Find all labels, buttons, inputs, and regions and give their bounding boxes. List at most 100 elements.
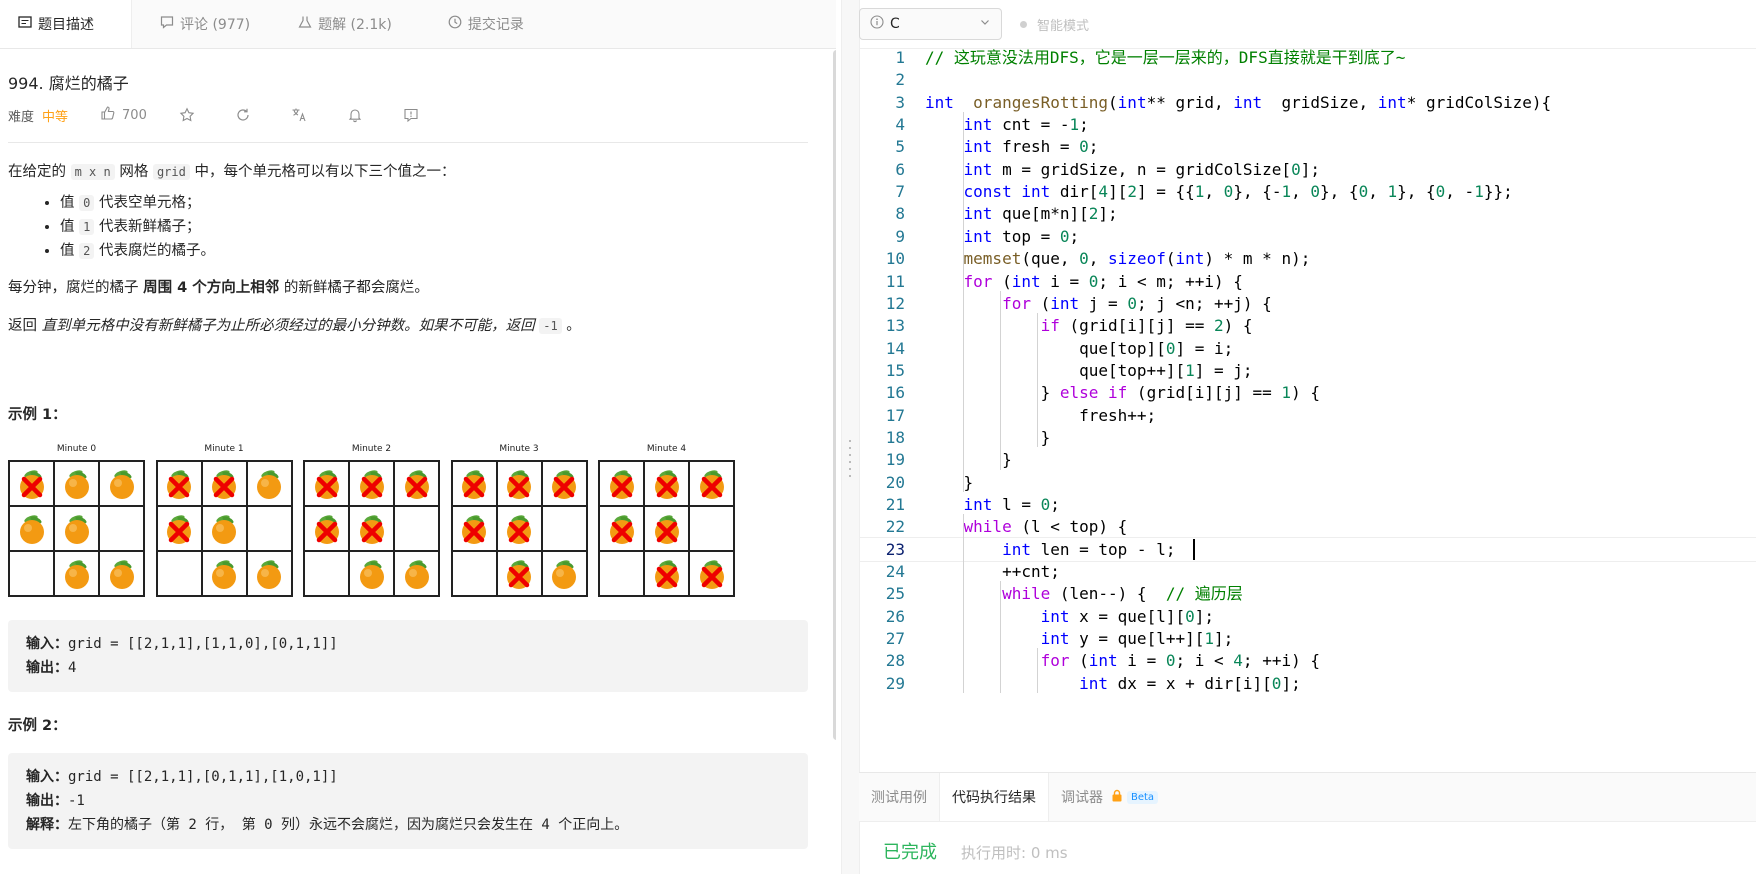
- empty-cell: [99, 506, 144, 551]
- value-list: 值 0 代表空单元格； 值 1 代表新鲜橘子； 值 2 代表腐烂的橘子。: [8, 191, 806, 263]
- line-number: 17: [885, 405, 905, 425]
- code-text: memset(que, 0, sizeof(int) * m * n);: [963, 249, 1311, 269]
- problem-content: 994. 腐烂的橘子 难度 中等 700 在给定的 m x n 网格 grid …: [8, 48, 808, 849]
- italic-text: 直到单元格中没有新鲜橘子为止所必须经过的最小分钟数。如果不可能，返回: [41, 318, 535, 334]
- thumbs-up-icon[interactable]: [100, 105, 116, 125]
- bell-icon[interactable]: [347, 107, 363, 123]
- problem-tabs: 题目描述 评论 (977) 题解 (2.1k) 提交记录: [0, 0, 836, 49]
- code-line: 12 for (int j = 0; j <n; ++j) {: [859, 291, 1756, 316]
- problem-meta: 难度 中等 700: [8, 104, 806, 126]
- description-paragraph: 每分钟，腐烂的橘子 周围 4 个方向上相邻 的新鲜橘子都会腐烂。: [8, 277, 806, 299]
- fresh-orange-icon: [99, 461, 144, 506]
- example-explain-row: 解释：左下角的橘子（第 2 行， 第 0 列）永远不会腐烂，因为腐烂只会发生在 …: [26, 813, 790, 837]
- flask-icon: [298, 15, 318, 33]
- explain-text: 左下角的橘子（第 2 行， 第 0 列）永远不会腐烂，因为腐烂只会发生在 4 个…: [68, 817, 629, 833]
- tab-comments[interactable]: 评论 (977): [132, 0, 268, 48]
- line-number: 14: [885, 338, 905, 358]
- code-text: int m = gridSize, n = gridColSize[0];: [963, 159, 1320, 179]
- minute-label: Minute 1: [204, 444, 244, 454]
- rotten-orange-icon: [599, 506, 644, 551]
- like-count: 700: [122, 107, 147, 123]
- fresh-orange-icon: [541, 551, 587, 596]
- description-icon: [18, 15, 38, 33]
- star-icon[interactable]: [179, 107, 195, 123]
- rotten-orange-icon: [349, 461, 394, 506]
- inline-code: m x n: [70, 164, 115, 180]
- minute-grid: Minute 1: [155, 444, 293, 597]
- console-panel: 测试用例 代码执行结果 调试器 Beta 已完成 执行用时: 0 ms: [859, 772, 1756, 874]
- code-text: fresh++;: [925, 405, 1157, 425]
- description-paragraph: 返回 直到单元格中没有新鲜橘子为止所必须经过的最小分钟数。如果不可能，返回 -1…: [8, 315, 806, 337]
- pane-splitter[interactable]: [841, 0, 860, 874]
- language-value: C: [890, 16, 900, 32]
- output-value: 4: [68, 660, 77, 676]
- text: 中，每个单元格可以有以下三个值之一：: [194, 164, 456, 180]
- example-2-heading: 示例 2：: [8, 718, 67, 734]
- line-number: 22: [885, 517, 905, 537]
- rotten-orange-icon: [451, 506, 497, 551]
- empty-cell: [394, 506, 439, 551]
- indent-guide: [1037, 313, 1038, 448]
- empty-cell: [9, 551, 54, 596]
- code-line: 27 int y = que[l++][1];: [859, 626, 1756, 651]
- tab-label: 提交记录: [467, 17, 524, 33]
- minute-label: Minute 3: [499, 444, 539, 454]
- tab-solutions[interactable]: 题解 (2.1k): [268, 0, 410, 48]
- beta-badge: Beta: [1127, 790, 1159, 804]
- left-scrollbar[interactable]: [833, 50, 836, 740]
- code-text: const int dir[4][2] = {{1, 0}, {-1, 0}, …: [963, 182, 1513, 202]
- tab-description[interactable]: 题目描述: [0, 0, 132, 48]
- code-text: int top = 0;: [963, 226, 1080, 246]
- rotten-orange-icon: [201, 461, 247, 506]
- code-text: int que[m*n][2];: [963, 204, 1118, 224]
- text: 网格: [119, 164, 149, 180]
- empty-cell: [689, 506, 734, 551]
- example-1-box: 输入：grid = [[2,1,1],[1,1,0],[0,1,1]] 输出：4: [8, 620, 808, 692]
- code-editor[interactable]: 1// 这玩意没法用DFS，它是一层一层来的，DFS直接就是干到底了~ 2 3 int…: [859, 49, 1756, 772]
- language-select[interactable]: C: [859, 8, 1002, 40]
- input-label: 输入：: [26, 636, 68, 652]
- text-caret: [1193, 538, 1195, 560]
- text: 在给定的: [8, 164, 66, 180]
- code-text: }: [925, 472, 974, 492]
- explain-label: 解释：: [26, 817, 68, 833]
- code-line: 5 int fresh = 0;: [859, 134, 1756, 159]
- tab-debugger[interactable]: 调试器 Beta: [1049, 773, 1170, 821]
- problem-title: 994. 腐烂的橘子: [8, 74, 129, 93]
- tab-submissions[interactable]: 提交记录: [410, 0, 542, 48]
- code-line: 15 que[top++][1] = j;: [859, 358, 1756, 383]
- smart-mode-toggle[interactable]: 智能模式: [1020, 15, 1089, 34]
- tab-label: 题解 (2.1k): [318, 17, 392, 33]
- refresh-icon[interactable]: [235, 107, 251, 123]
- line-number: 3: [895, 92, 905, 112]
- code-text: int fresh = 0;: [963, 137, 1099, 157]
- inline-code: -1: [539, 318, 562, 334]
- line-number: 7: [895, 182, 905, 202]
- code-text: int dx = x + dir[i][0];: [1079, 673, 1301, 693]
- empty-cell: [156, 551, 202, 596]
- indent-guide: [963, 514, 964, 694]
- difficulty-label: 难度: [8, 109, 35, 125]
- fresh-orange-icon: [54, 506, 99, 551]
- bold-text: 周围 4 个方向上相邻: [143, 280, 280, 296]
- line-number: 9: [895, 226, 905, 246]
- text: 代表空单元格；: [98, 195, 201, 211]
- text: 返回: [8, 318, 37, 334]
- difficulty-badge: 中等: [42, 109, 69, 125]
- minute-grid: Minute 0: [8, 444, 145, 597]
- code-line: 29 int dx = x + dir[i][0];: [859, 671, 1756, 696]
- code-line: 20 }: [859, 470, 1756, 495]
- feedback-icon[interactable]: [403, 107, 419, 123]
- clock-icon: [448, 15, 468, 33]
- code-text: int cnt = -1;: [963, 115, 1089, 135]
- editor-pane: C 智能模式 1// 这玩意没法用DFS，它是一层一层来的，DFS直接就是干到底…: [859, 0, 1756, 874]
- example-1-heading: 示例 1：: [8, 407, 67, 423]
- tab-testcases[interactable]: 测试用例: [859, 773, 939, 821]
- fresh-orange-icon: [201, 551, 247, 596]
- code-line: 9 int top = 0;: [859, 224, 1756, 249]
- tab-run-result[interactable]: 代码执行结果: [939, 773, 1049, 821]
- translate-icon[interactable]: [291, 107, 307, 123]
- code-line: 17 fresh++;: [859, 403, 1756, 428]
- fresh-orange-icon: [246, 551, 292, 596]
- output-label: 输出：: [26, 660, 68, 676]
